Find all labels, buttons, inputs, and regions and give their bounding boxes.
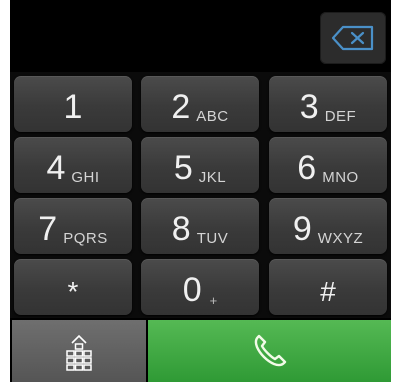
backspace-icon (331, 25, 374, 51)
key-digit: 6 (297, 149, 317, 187)
key-letters: MNO (322, 169, 359, 186)
key-letters: DEF (324, 108, 357, 125)
key-letters: JKL (198, 169, 227, 186)
key-letters: GHI (71, 169, 100, 186)
key-0[interactable]: 0 + (141, 259, 259, 315)
key-digit: 8 (171, 210, 191, 248)
key-5[interactable]: 5 JKL (141, 137, 259, 193)
backspace-button[interactable] (320, 12, 386, 64)
keypad: 1 2 ABC 3 DEF 4 GHI 5 JKL 6 MNO 7 PQRS 8 (10, 72, 391, 318)
key-letters: + (209, 293, 218, 308)
key-star[interactable]: * (14, 259, 132, 315)
key-digit: 0 (182, 271, 202, 309)
action-bar (10, 318, 391, 382)
key-digit: 3 (299, 88, 319, 126)
call-button[interactable] (148, 320, 391, 382)
key-1[interactable]: 1 (14, 76, 132, 132)
number-display[interactable] (10, 0, 391, 74)
key-letters: PQRS (63, 230, 108, 247)
key-hash[interactable]: # (269, 259, 387, 315)
key-digit: # (320, 276, 336, 307)
dialpad-icon (66, 334, 92, 371)
key-digit: 5 (173, 149, 193, 187)
key-digit: 9 (292, 210, 312, 248)
key-7[interactable]: 7 PQRS (14, 198, 132, 254)
key-digit: * (67, 276, 79, 307)
key-letters: TUV (196, 230, 229, 247)
key-digit: 1 (63, 88, 83, 126)
key-letters: WXYZ (317, 230, 364, 247)
key-letters: ABC (196, 108, 229, 125)
key-9[interactable]: 9 WXYZ (269, 198, 387, 254)
phone-icon (254, 334, 286, 367)
dialer-screen: 1 2 ABC 3 DEF 4 GHI 5 JKL 6 MNO 7 PQRS 8 (10, 0, 391, 382)
key-digit: 4 (46, 149, 66, 187)
key-digit: 2 (171, 88, 191, 126)
key-3[interactable]: 3 DEF (269, 76, 387, 132)
key-6[interactable]: 6 MNO (269, 137, 387, 193)
key-8[interactable]: 8 TUV (141, 198, 259, 254)
key-2[interactable]: 2 ABC (141, 76, 259, 132)
key-digit: 7 (38, 210, 58, 248)
key-4[interactable]: 4 GHI (14, 137, 132, 193)
dialpad-toggle-button[interactable] (12, 320, 146, 382)
